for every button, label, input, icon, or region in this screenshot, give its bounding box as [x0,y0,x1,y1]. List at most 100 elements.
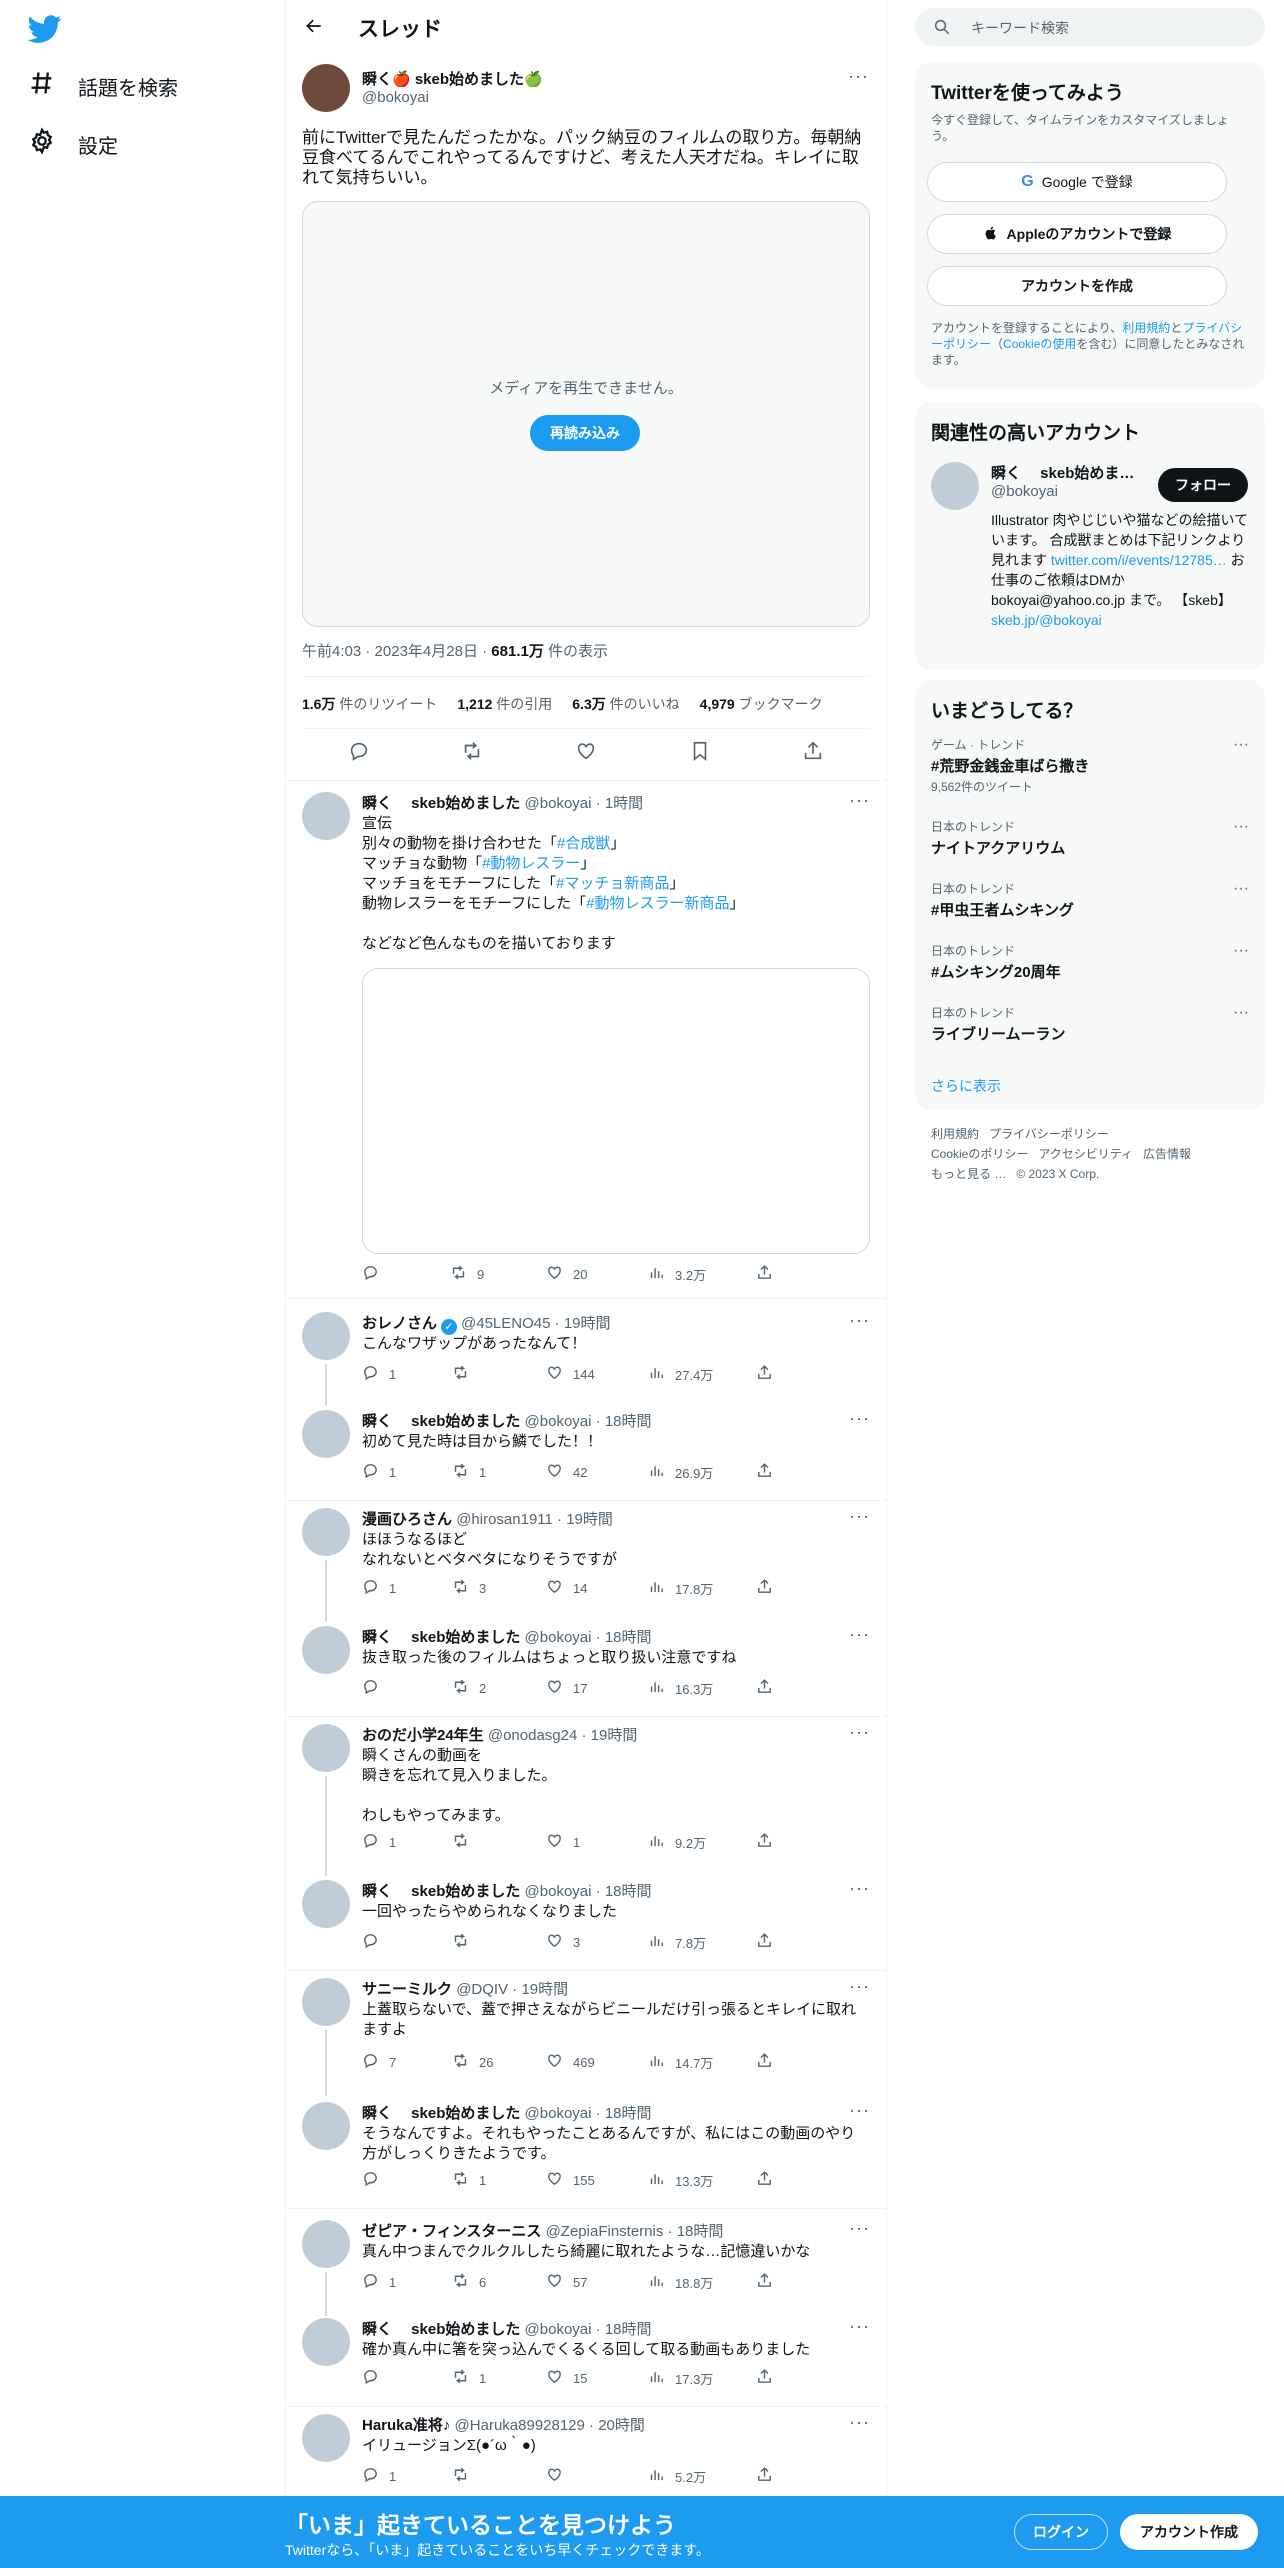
avatar[interactable] [302,1626,350,1674]
share-action[interactable] [756,2368,773,2388]
reply-author-name[interactable]: 瞬く skeb始めました [362,1629,520,1646]
like-action[interactable]: 57 [546,2272,587,2292]
share-action[interactable] [756,2272,773,2292]
more-options-icon[interactable]: ··· [1233,1004,1249,1022]
more-options-icon[interactable]: ··· [849,1408,870,1429]
reply-action[interactable]: 1 [362,2272,396,2292]
create-account-button[interactable]: アカウントを作成 [927,266,1227,306]
views-action[interactable]: 17.3万 [648,2368,713,2388]
like-action[interactable]: 155 [546,2170,595,2190]
more-options-icon[interactable]: ··· [1233,736,1249,754]
hashtag-link[interactable]: #動物レスラー [482,855,580,872]
hashtag-link[interactable]: #合成獣 [557,835,610,852]
reply-time[interactable]: 19時間 [591,1727,638,1744]
more-options-icon[interactable]: ··· [849,2316,870,2337]
reply-time[interactable]: 19時間 [566,1511,613,1528]
cookie-link[interactable]: Cookieの使用 [1003,337,1076,351]
like-action[interactable]: 14 [546,1578,587,1598]
reply-action[interactable] [362,1264,379,1284]
retweet-action[interactable] [452,1832,479,1852]
retweet-action[interactable]: 9 [450,1264,484,1284]
share-icon[interactable] [802,740,824,767]
retweet-action[interactable]: 6 [452,2272,486,2292]
quotes-stat[interactable]: 1,212 件の引用 [457,694,552,714]
reply-author-name[interactable]: おのだ小学24年生 [362,1727,484,1744]
bio-link[interactable]: skeb.jp/@bokoyai [991,612,1102,628]
follow-button[interactable]: フォロー [1158,468,1248,502]
views-action[interactable]: 13.3万 [648,2170,713,2190]
share-action[interactable] [756,2052,773,2072]
reload-button[interactable]: 再読み込み [530,415,640,451]
retweet-action[interactable]: 2 [452,1678,486,1698]
views-action[interactable]: 9.2万 [648,1832,706,1852]
reply-tweet[interactable]: 瞬く skeb始めました @bokoyai · 18時間 ··· 抜き取った後のフィ… [286,1618,886,1714]
avatar[interactable] [302,1978,350,2026]
views-action[interactable]: 5.2万 [648,2466,706,2486]
terms-link[interactable]: 利用規約 [1122,321,1170,335]
reply-author-name[interactable]: 瞬く skeb始めました [362,1413,520,1430]
share-action[interactable] [756,2466,773,2486]
like-action[interactable]: 1 [546,1832,580,1852]
retweet-action[interactable]: 26 [452,2052,493,2072]
reply-time[interactable]: 18時間 [605,1883,652,1900]
retweet-action[interactable] [452,2466,479,2486]
views-action[interactable]: 27.4万 [648,1364,713,1384]
more-options-icon[interactable]: ··· [849,2100,870,2121]
views-action[interactable]: 3.2万 [648,1264,706,1284]
avatar[interactable] [302,64,350,112]
retweets-stat[interactable]: 1.6万 件のリツイート [302,694,437,714]
reply-author-name[interactable]: ゼピア・フィンスターニス [362,2223,541,2240]
retweet-action[interactable]: 1 [452,2170,486,2190]
nav-settings[interactable]: 設定 [28,122,118,166]
signup-button[interactable]: アカウント作成 [1120,2514,1258,2550]
like-action[interactable]: 469 [546,2052,595,2072]
retweet-action[interactable]: 3 [452,1578,486,1598]
trend-item[interactable]: 日本のトレンド #ムシキング20周年 ··· [931,942,1249,982]
share-action[interactable] [756,1932,773,1952]
reply-time[interactable]: 20時間 [598,2417,645,2434]
like-icon[interactable] [575,740,597,767]
avatar[interactable] [302,1410,350,1458]
reply-time[interactable]: 19時間 [564,1315,611,1332]
share-action[interactable] [756,1364,773,1384]
reply-tweet[interactable]: Haruka准将♪ @Haruka89928129 · 20時間 ··· イリュージ… [286,2406,886,2496]
share-action[interactable] [756,1678,773,1698]
trend-item[interactable]: 日本のトレンド ナイトアクアリウム ··· [931,818,1249,858]
trend-item[interactable]: 日本のトレンド #甲虫王者ムシキング ··· [931,880,1249,920]
reply-time[interactable]: 18時間 [605,2321,652,2338]
reply-author-name[interactable]: 瞬く skeb始めました [362,2105,520,2122]
avatar[interactable] [302,792,350,840]
reply-action[interactable] [362,1678,389,1698]
reply-author-name[interactable]: 瞬く skeb始めました [362,2321,520,2338]
login-button[interactable]: ログイン [1014,2514,1108,2550]
reply-time[interactable]: 18時間 [605,2105,652,2122]
like-action[interactable]: 3 [546,1932,580,1952]
media-image[interactable] [362,968,870,1254]
tweet-date[interactable]: 2023年4月28日 [375,643,478,660]
reply-time[interactable]: 18時間 [677,2223,724,2240]
retweet-icon[interactable] [461,740,483,767]
avatar[interactable] [931,462,979,510]
retweet-action[interactable] [452,1932,479,1952]
self-reply[interactable]: 瞬く skeb始めました @bokoyai · 1時間 ··· 宣伝 別々の動物… [286,784,886,1294]
retweet-action[interactable]: 1 [452,2368,486,2388]
twitter-logo-icon[interactable] [27,12,62,46]
more-options-icon[interactable]: ··· [1233,818,1249,836]
avatar[interactable] [302,2220,350,2268]
bio-link[interactable]: twitter.com/i/events/12785… [1051,552,1227,568]
avatar[interactable] [302,2102,350,2150]
more-options-icon[interactable]: ··· [849,1976,870,1997]
likes-stat[interactable]: 6.3万 件のいいね [572,694,679,714]
avatar[interactable] [302,2414,350,2462]
reply-time[interactable]: 18時間 [605,1413,652,1430]
like-action[interactable]: 144 [546,1364,595,1384]
more-options-icon[interactable]: ··· [849,1506,870,1527]
more-options-icon[interactable]: ··· [849,2412,870,2433]
views-action[interactable]: 7.8万 [648,1932,706,1952]
reply-action[interactable]: 1 [362,1364,396,1384]
more-options-icon[interactable]: ··· [849,1310,870,1331]
like-action[interactable] [546,2466,573,2486]
avatar[interactable] [302,1508,350,1556]
reply-tweet[interactable]: 瞬く skeb始めました @bokoyai · 18時間 ··· 確か真ん中に箸を突… [286,2310,886,2404]
views-action[interactable]: 26.9万 [648,1462,713,1482]
